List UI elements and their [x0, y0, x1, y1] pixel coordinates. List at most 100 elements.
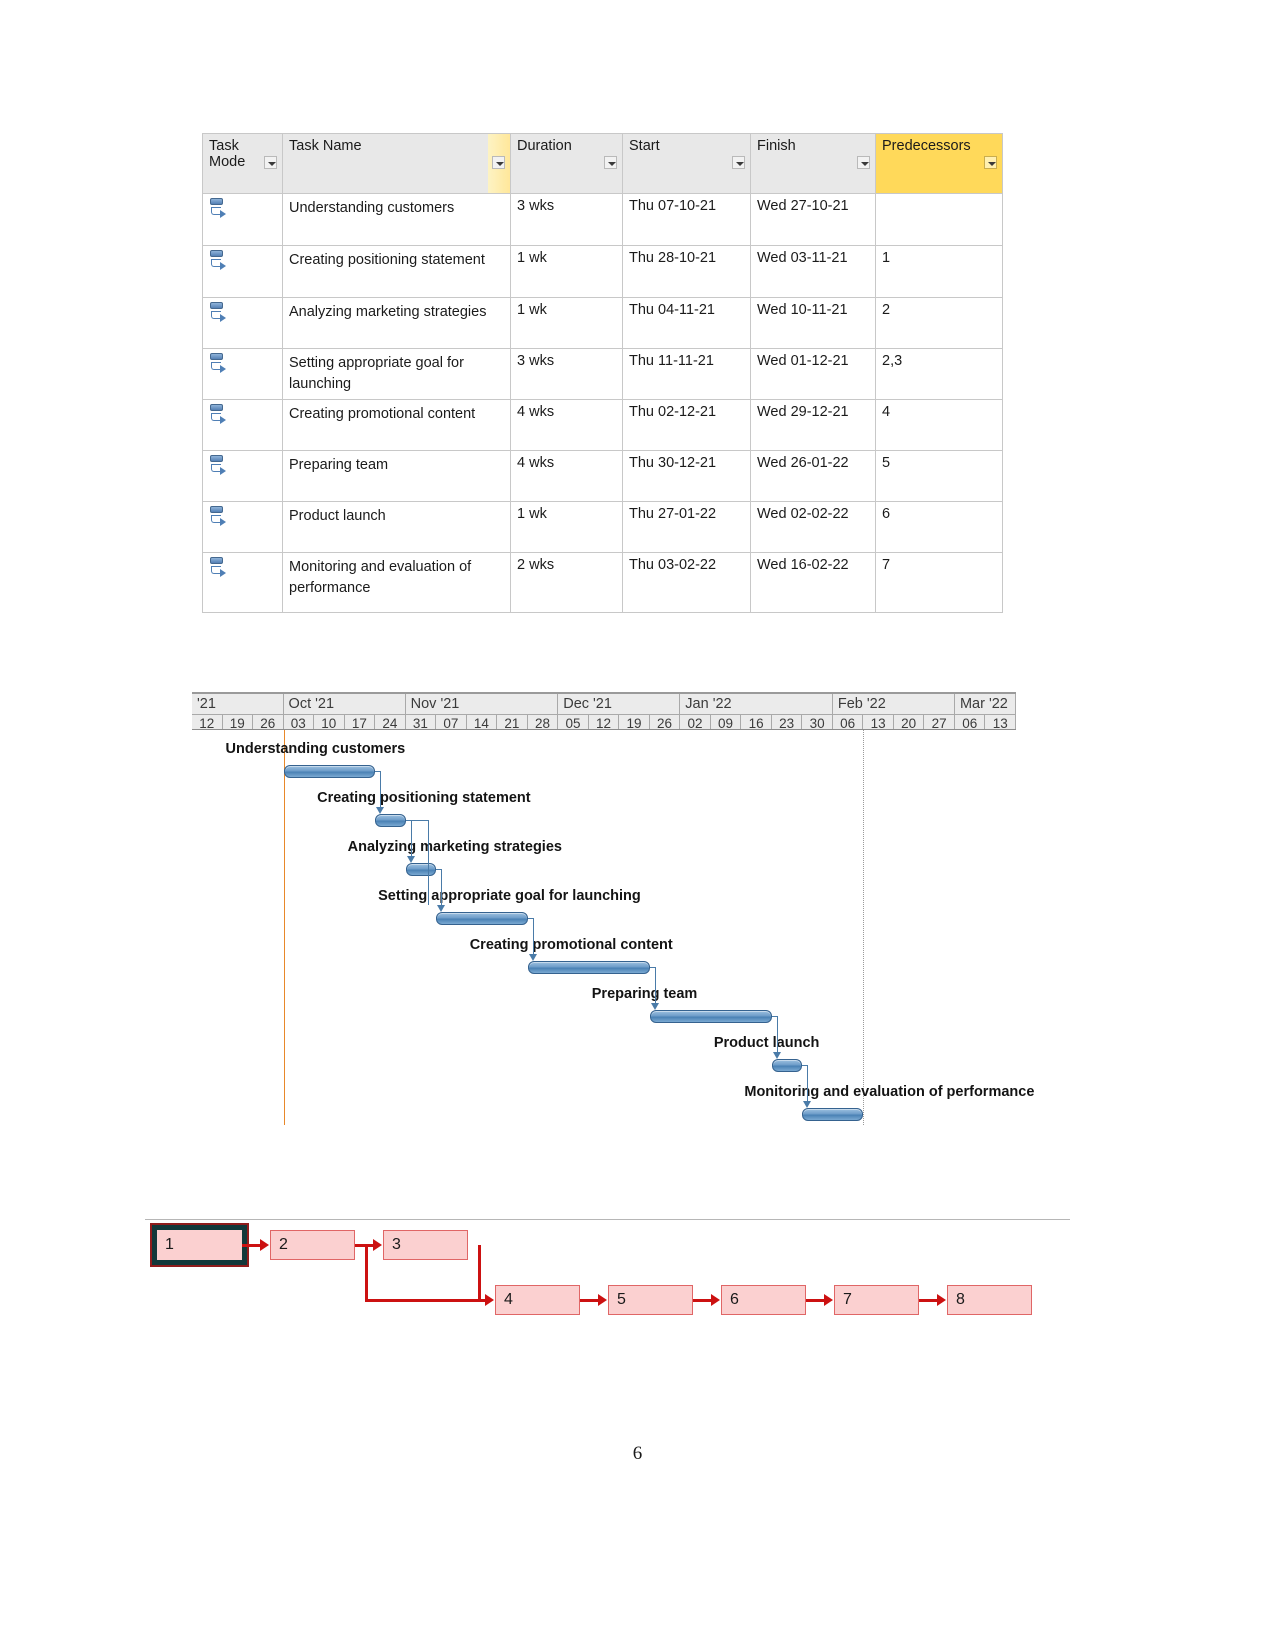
cell-finish[interactable]: Wed 27-10-21	[750, 193, 876, 246]
cell-task-mode[interactable]	[202, 399, 283, 452]
cell-duration[interactable]: 1 wk	[510, 501, 623, 554]
table-row[interactable]: Creating promotional content 4 wks Thu 02-…	[202, 399, 1003, 452]
cell-task-mode[interactable]	[202, 193, 283, 246]
network-edge	[242, 1244, 261, 1247]
cell-task-name[interactable]: Preparing team	[282, 450, 511, 503]
gantt-bar-label: Analyzing marketing strategies	[347, 839, 562, 855]
cell-duration[interactable]: 4 wks	[510, 450, 623, 503]
cell-task-mode[interactable]	[202, 245, 283, 298]
cell-start[interactable]: Thu 28-10-21	[622, 245, 751, 298]
network-node[interactable]: 5	[608, 1285, 693, 1315]
gantt-bar[interactable]	[527, 961, 650, 974]
cell-start[interactable]: Thu 03-02-22	[622, 552, 751, 614]
filter-dropdown-icon-start[interactable]	[732, 156, 745, 169]
table-row[interactable]: Creating positioning statement 1 wk Thu 28…	[202, 245, 1003, 298]
table-row[interactable]: Analyzing marketing strategies 1 wk Thu 04…	[202, 297, 1003, 349]
network-node[interactable]: 6	[721, 1285, 806, 1315]
gantt-week-tick: 24	[375, 715, 406, 729]
column-header-task-mode[interactable]: Task Mode	[202, 133, 283, 194]
cell-finish[interactable]: Wed 16-02-22	[750, 552, 876, 614]
network-node[interactable]: 4	[495, 1285, 580, 1315]
gantt-bar[interactable]	[436, 912, 528, 925]
gantt-bar-label: Understanding customers	[225, 741, 406, 757]
cell-predecessors[interactable]: 2	[875, 297, 1003, 349]
table-row[interactable]: Preparing team 4 wks Thu 30-12-21 Wed 26-01…	[202, 450, 1003, 503]
cell-predecessors[interactable]: 2,3	[875, 347, 1003, 401]
network-node-label: 8	[956, 1291, 965, 1308]
network-node[interactable]: 7	[834, 1285, 919, 1315]
cell-predecessors[interactable]	[875, 193, 1003, 246]
table-row[interactable]: Monitoring and evaluation of performance…	[202, 552, 1003, 614]
cell-task-name[interactable]: Analyzing marketing strategies	[282, 297, 511, 349]
network-node[interactable]: 2	[270, 1230, 355, 1260]
cell-predecessors[interactable]: 4	[875, 399, 1003, 452]
cell-finish[interactable]: Wed 26-01-22	[750, 450, 876, 503]
gantt-bar[interactable]	[375, 814, 406, 827]
column-header-task-name[interactable]: Task Name	[282, 133, 511, 194]
cell-task-mode[interactable]	[202, 297, 283, 349]
column-header-start[interactable]: Start	[622, 133, 751, 194]
gantt-bar[interactable]	[405, 863, 437, 876]
filter-dropdown-icon-task-mode[interactable]	[264, 156, 277, 169]
cell-finish[interactable]: Wed 29-12-21	[750, 399, 876, 452]
filter-dropdown-icon-task-name[interactable]	[492, 156, 505, 169]
cell-start[interactable]: Thu 27-01-22	[622, 501, 751, 554]
cell-task-name[interactable]: Creating positioning statement	[282, 245, 511, 298]
cell-start[interactable]: Thu 07-10-21	[622, 193, 751, 246]
cell-task-mode[interactable]	[202, 450, 283, 503]
gantt-bar[interactable]	[283, 765, 376, 778]
gantt-week-tick: 14	[467, 715, 498, 729]
filter-dropdown-icon-duration[interactable]	[604, 156, 617, 169]
cell-task-name[interactable]: Creating promotional content	[282, 399, 511, 452]
cell-predecessors[interactable]: 6	[875, 501, 1003, 554]
column-header-finish[interactable]: Finish	[750, 133, 876, 194]
cell-task-mode[interactable]	[202, 501, 283, 554]
gantt-bar[interactable]	[802, 1108, 864, 1121]
cell-duration[interactable]: 2 wks	[510, 552, 623, 614]
cell-start[interactable]: Thu 11-11-21	[622, 347, 751, 401]
gantt-bar[interactable]	[649, 1010, 772, 1023]
filter-dropdown-icon-finish[interactable]	[857, 156, 870, 169]
cell-start[interactable]: Thu 04-11-21	[622, 297, 751, 349]
cell-finish[interactable]: Wed 01-12-21	[750, 347, 876, 401]
cell-duration[interactable]: 3 wks	[510, 193, 623, 246]
table-row[interactable]: Understanding customers 3 wks Thu 07-10-21…	[202, 193, 1003, 246]
gantt-today-line	[283, 730, 285, 1125]
cell-start[interactable]: Thu 30-12-21	[622, 450, 751, 503]
gantt-plot-area[interactable]: Understanding customers Creating position…	[192, 730, 1034, 1140]
cell-finish[interactable]: Wed 10-11-21	[750, 297, 876, 349]
gantt-bar[interactable]	[771, 1059, 803, 1072]
cell-task-mode[interactable]	[202, 552, 283, 614]
table-row[interactable]: Product launch 1 wk Thu 27-01-22 Wed 02-02-…	[202, 501, 1003, 554]
cell-task-name[interactable]: Understanding customers	[282, 193, 511, 246]
cell-task-mode[interactable]	[202, 347, 283, 401]
table-row[interactable]: Setting appropriate goal for launching 3 …	[202, 347, 1003, 401]
cell-duration[interactable]: 4 wks	[510, 399, 623, 452]
cell-duration[interactable]: 3 wks	[510, 347, 623, 401]
gantt-week-tick: 30	[802, 715, 833, 729]
network-edge	[806, 1299, 825, 1302]
gantt-bar-label: Preparing team	[591, 986, 698, 1002]
cell-predecessors[interactable]: 5	[875, 450, 1003, 503]
cell-duration[interactable]: 1 wk	[510, 297, 623, 349]
cell-predecessors[interactable]: 7	[875, 552, 1003, 614]
cell-finish[interactable]: Wed 02-02-22	[750, 501, 876, 554]
network-node[interactable]: 1	[157, 1230, 242, 1260]
cell-task-name[interactable]: Setting appropriate goal for launching	[282, 347, 511, 401]
cell-predecessors[interactable]: 1	[875, 245, 1003, 298]
gantt-week-tick: 27	[924, 715, 955, 729]
network-node[interactable]: 3	[383, 1230, 468, 1260]
gantt-status-line	[863, 730, 865, 1125]
network-edge-arrow	[937, 1294, 946, 1306]
network-node[interactable]: 8	[947, 1285, 1032, 1315]
column-header-predecessors[interactable]: Predecessors	[875, 133, 1003, 194]
cell-finish[interactable]: Wed 03-11-21	[750, 245, 876, 298]
cell-start[interactable]: Thu 02-12-21	[622, 399, 751, 452]
cell-duration[interactable]: 1 wk	[510, 245, 623, 298]
gantt-link-arrow	[803, 1101, 812, 1108]
cell-task-name[interactable]: Product launch	[282, 501, 511, 554]
cell-task-name[interactable]: Monitoring and evaluation of performance	[282, 552, 511, 614]
filter-dropdown-icon-predecessors[interactable]	[984, 156, 997, 169]
column-header-duration[interactable]: Duration	[510, 133, 623, 194]
network-edge-arrow	[260, 1239, 269, 1251]
